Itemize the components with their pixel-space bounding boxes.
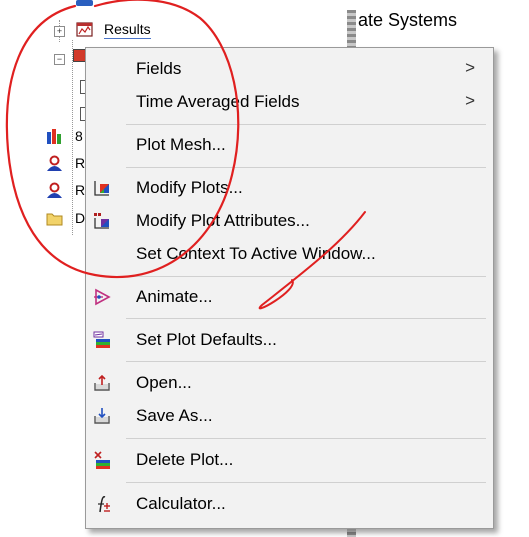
menu-item-calculator[interactable]: Calculator... <box>86 490 493 518</box>
tree-line <box>72 40 73 235</box>
animate-icon <box>94 288 111 306</box>
bar-chart-icon <box>47 129 61 144</box>
menu-item-label: Save As... <box>136 406 213 425</box>
menu-item-label: Modify Plot Attributes... <box>136 211 310 230</box>
panel-title: ate Systems <box>358 10 458 30</box>
clipped-node-icon <box>76 0 93 6</box>
menu-item-save-as[interactable]: Save As... <box>86 402 493 430</box>
menu-item-label: Calculator... <box>136 494 226 513</box>
menu-item-fields[interactable]: Fields > <box>86 55 493 83</box>
menu-item-time-averaged-fields[interactable]: Time Averaged Fields > <box>86 88 493 116</box>
modify-attributes-icon <box>94 213 109 229</box>
plot-defaults-icon <box>93 331 110 348</box>
menu-separator <box>126 276 486 277</box>
menu-item-label: Delete Plot... <box>136 450 234 469</box>
chevron-right-icon: > <box>465 91 475 110</box>
delete-plot-icon <box>94 451 110 469</box>
modify-plots-icon <box>94 181 109 196</box>
menu-item-label: Open... <box>136 373 192 392</box>
tree-item-results[interactable]: Results <box>104 21 151 39</box>
calculator-icon <box>98 496 110 513</box>
context-menu: Fields > Time Averaged Fields > Plot Mes… <box>85 47 494 529</box>
menu-separator <box>126 124 486 125</box>
menu-item-label: Modify Plots... <box>136 178 243 197</box>
menu-item-label: Set Plot Defaults... <box>136 330 277 349</box>
menu-separator <box>126 167 486 168</box>
menu-item-modify-plots[interactable]: Modify Plots... <box>86 174 493 202</box>
menu-item-label: Fields <box>136 59 182 78</box>
menu-item-set-context[interactable]: Set Context To Active Window... <box>86 240 493 268</box>
menu-item-set-plot-defaults[interactable]: Set Plot Defaults... <box>86 326 493 354</box>
tree-item-partial[interactable]: 8 <box>75 128 83 144</box>
menu-item-open[interactable]: Open... <box>86 369 493 397</box>
menu-item-modify-plot-attributes[interactable]: Modify Plot Attributes... <box>86 207 493 235</box>
user-icon <box>47 155 62 171</box>
results-chart-icon <box>76 22 93 37</box>
tree-item-partial[interactable]: R <box>75 182 85 198</box>
menu-separator <box>126 318 486 319</box>
menu-item-animate[interactable]: Animate... <box>86 283 493 311</box>
menu-separator <box>126 438 486 439</box>
menu-item-delete-plot[interactable]: Delete Plot... <box>86 446 493 474</box>
menu-item-label: Set Context To Active Window... <box>136 244 376 263</box>
chevron-right-icon: > <box>465 58 475 77</box>
expand-toggle[interactable]: + <box>54 26 65 37</box>
collapse-toggle[interactable]: − <box>54 54 65 65</box>
menu-separator <box>126 361 486 362</box>
menu-item-label: Time Averaged Fields <box>136 92 300 111</box>
menu-item-label: Plot Mesh... <box>136 135 226 154</box>
folder-icon <box>46 213 63 226</box>
save-as-icon <box>94 408 110 424</box>
user-icon <box>47 182 62 198</box>
open-icon <box>94 374 110 391</box>
tree-item-partial[interactable]: D <box>75 210 85 226</box>
menu-item-plot-mesh[interactable]: Plot Mesh... <box>86 131 493 159</box>
tree-item-partial[interactable]: R <box>75 155 85 171</box>
menu-item-label: Animate... <box>136 287 213 306</box>
menu-separator <box>126 482 486 483</box>
